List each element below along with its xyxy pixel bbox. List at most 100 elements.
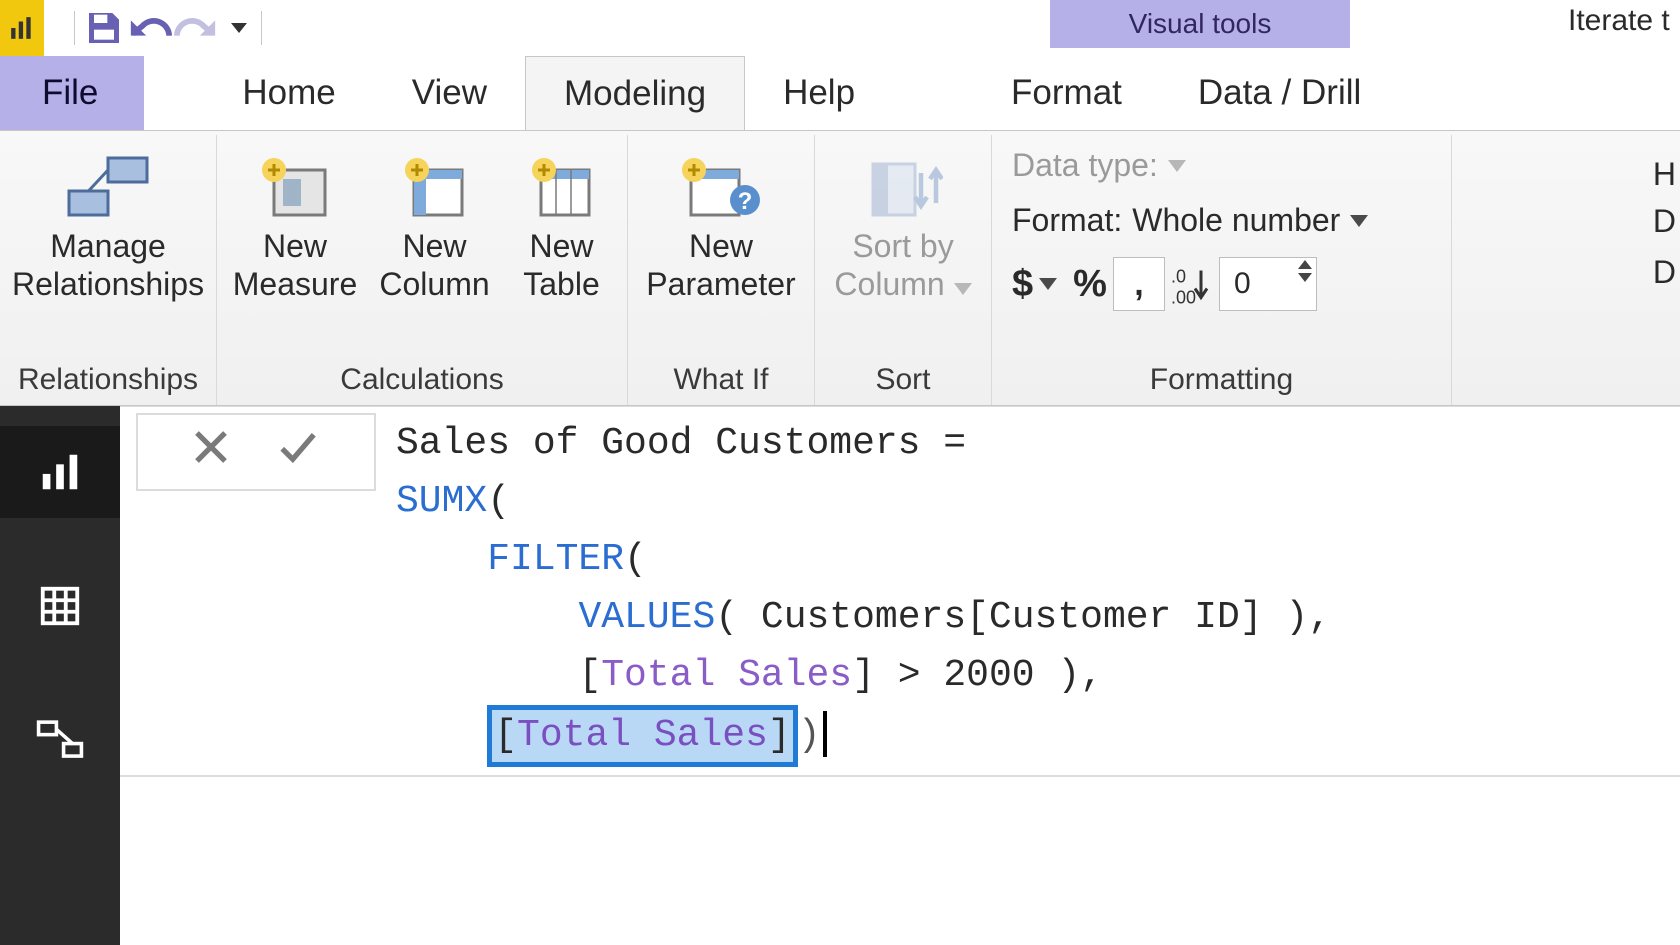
tab-file[interactable]: File (0, 56, 144, 130)
label-line: New (529, 228, 593, 264)
paren: ( (487, 480, 510, 523)
chevron-down-icon (954, 283, 972, 295)
tab-gap (893, 56, 973, 130)
manage-relationships-icon (63, 155, 153, 221)
undo-button[interactable] (127, 5, 173, 51)
save-icon (84, 8, 124, 48)
tab-home[interactable]: Home (204, 56, 373, 130)
label-line: Measure (233, 266, 358, 302)
group-label: Sort (875, 357, 930, 405)
cancel-formula-button[interactable] (190, 425, 232, 480)
kw-sumx: SUMX (396, 480, 487, 523)
currency-button[interactable]: $ (1012, 263, 1033, 306)
tab-modeling[interactable]: Modeling (525, 56, 745, 130)
decimal-places-value: 0 (1234, 267, 1251, 301)
new-table-button[interactable]: NewTable (504, 143, 619, 303)
group-relationships: ManageRelationships Relationships (0, 135, 217, 405)
new-parameter-icon: ? (679, 155, 763, 221)
qat-customize-button[interactable] (219, 5, 255, 51)
comma: , (1080, 654, 1103, 697)
group-formatting: Data type: Format: Whole number $ % , .0… (992, 135, 1452, 405)
redo-button[interactable] (173, 5, 219, 51)
formula-measure-name: Sales of Good Customers = (396, 422, 966, 465)
label-line: Column (379, 266, 489, 302)
group-calculations: NewMeasure NewColumn (217, 135, 628, 405)
bracket: ] (768, 714, 791, 757)
new-column-button[interactable]: NewColumn (377, 143, 492, 303)
label-line: Column (834, 266, 944, 302)
report-view-button[interactable] (0, 426, 120, 518)
kw-values: VALUES (578, 596, 715, 639)
percent-button[interactable]: % (1073, 263, 1107, 306)
manage-relationships-button[interactable]: ManageRelationships (8, 143, 208, 303)
group-label: What If (673, 357, 768, 405)
cropped-text: D (1653, 254, 1676, 291)
data-view-button[interactable] (0, 560, 120, 652)
indent (396, 714, 487, 757)
tab-view[interactable]: View (374, 56, 525, 130)
formula-editor[interactable]: Sales of Good Customers = SUMX( FILTER( … (392, 407, 1680, 775)
label-line: Relationships (12, 266, 204, 302)
spinner-down-icon[interactable] (1298, 273, 1312, 282)
kw-filter: FILTER (487, 538, 624, 581)
commit-formula-button[interactable] (274, 425, 322, 480)
group-sort: Sort byColumn Sort (815, 135, 992, 405)
group-label: Calculations (340, 357, 503, 405)
paren: ) (1057, 654, 1080, 697)
ribbon-tabs: File Home View Modeling Help Format Data… (0, 56, 1680, 130)
new-column-icon (402, 155, 468, 221)
report-view-icon (37, 449, 83, 495)
model-view-button[interactable] (0, 694, 120, 786)
indent (396, 538, 487, 581)
bracket: [ (494, 714, 517, 757)
label-line: Table (523, 266, 600, 302)
tab-data-drill[interactable]: Data / Drill (1160, 56, 1399, 130)
chevron-down-icon[interactable] (1350, 215, 1368, 227)
powerbi-icon (9, 15, 35, 41)
check-icon (274, 426, 322, 468)
gt: > (898, 654, 921, 697)
decimal-places-input[interactable]: 0 (1219, 257, 1317, 311)
new-parameter-button[interactable]: ? NewParameter (636, 143, 806, 303)
sort-by-column-button[interactable]: Sort byColumn (823, 143, 983, 303)
close-icon (190, 426, 232, 468)
new-measure-icon (259, 155, 331, 221)
label-line: Parameter (646, 266, 795, 302)
format-icons-row: $ % , .0 .00 0 (1012, 257, 1431, 311)
column-ref: Customers[Customer ID] (761, 596, 1263, 639)
format-label: Format: (1012, 202, 1122, 239)
model-view-icon (35, 717, 85, 763)
qat-separator-2 (261, 11, 262, 45)
cropped-group-edge: H D D (1653, 156, 1680, 291)
threshold: 2000 (943, 654, 1034, 697)
data-type-row: Data type: (1012, 147, 1431, 184)
label-line: New (689, 228, 753, 264)
new-table-icon (529, 155, 595, 221)
undo-icon (127, 8, 173, 48)
cropped-text: H (1653, 156, 1676, 193)
svg-text:.00: .00 (1171, 288, 1196, 308)
spinner[interactable] (1298, 260, 1312, 282)
save-button[interactable] (81, 5, 127, 51)
tab-help[interactable]: Help (745, 56, 893, 130)
indent (396, 596, 578, 639)
new-measure-button[interactable]: NewMeasure (225, 143, 365, 303)
paren: ( (715, 596, 738, 639)
bracket: ] (852, 654, 875, 697)
svg-text:?: ? (738, 188, 753, 215)
editor-area: Iter Sales of Good Customers = SUMX( FIL… (0, 406, 1680, 945)
app-logo (0, 0, 44, 56)
chevron-down-icon[interactable] (1168, 160, 1186, 172)
context-window-title: Iterate t (1568, 4, 1670, 38)
thousands-separator-button[interactable]: , (1113, 257, 1165, 311)
chevron-down-icon[interactable] (1039, 278, 1057, 290)
formula-bar: Sales of Good Customers = SUMX( FILTER( … (120, 406, 1680, 777)
formula-bar-buttons (136, 413, 376, 491)
redo-icon (173, 8, 219, 48)
spinner-up-icon[interactable] (1298, 260, 1312, 269)
selected-token: [Total Sales] (487, 705, 797, 767)
indent (396, 654, 578, 697)
left-nav-rail (0, 406, 120, 945)
decimal-toggle-icon[interactable]: .0 .00 (1171, 261, 1213, 307)
tab-format[interactable]: Format (973, 56, 1160, 130)
